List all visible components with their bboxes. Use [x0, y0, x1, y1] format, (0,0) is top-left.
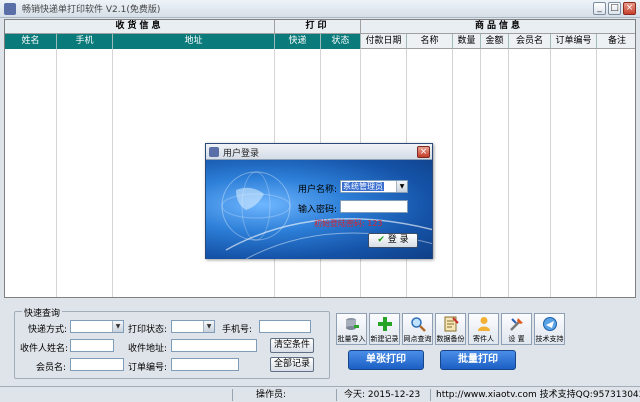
support-icon	[542, 317, 557, 331]
initial-password-hint: 初始登陆密码: 123	[314, 219, 383, 228]
receiver-name-label: 收件人姓名:	[20, 344, 69, 354]
close-button[interactable]: ×	[623, 2, 636, 15]
col-name[interactable]: 姓名	[5, 34, 57, 49]
app-icon	[209, 147, 219, 157]
username-select[interactable]: 系统管理员 ▼	[340, 180, 408, 193]
group-header-row: 收货信息 打印 商品信息	[5, 20, 635, 34]
quick-query-legend: 快速查询	[22, 306, 63, 319]
login-dialog-body: 用户名称: 系统管理员 ▼ 输入密码: 初始登陆密码: 123 ✔ 登 录	[206, 160, 432, 259]
website-status: http://www.xiaotv.com 技术支持QQ:957313043	[436, 390, 640, 400]
data-backup-button[interactable]: 数据备份	[435, 313, 466, 345]
username-value: 系统管理员	[342, 182, 384, 191]
col-amount[interactable]: 金额	[481, 34, 509, 49]
chevron-down-icon[interactable]: ▼	[112, 321, 123, 332]
new-record-button[interactable]: 新建记录	[369, 313, 400, 345]
all-records-button[interactable]: 全部记录	[270, 357, 314, 372]
col-pay-date[interactable]: 付款日期	[361, 34, 407, 49]
new-record-label: 新建记录	[370, 335, 399, 343]
col-status[interactable]: 状态	[321, 34, 361, 49]
login-button-label: 登 录	[387, 235, 409, 245]
window-title: 畅销快递单打印软件 V2.1(免费版)	[22, 5, 161, 15]
grid-divider	[56, 49, 57, 297]
sender-label: 寄件人	[473, 335, 494, 343]
password-input[interactable]	[340, 200, 408, 213]
col-address[interactable]: 地址	[113, 34, 275, 49]
print-single-button[interactable]: 单张打印	[348, 350, 424, 370]
checkmark-icon: ✔	[377, 235, 385, 245]
database-import-icon	[345, 318, 359, 330]
tech-support-button[interactable]: 技术支持	[534, 313, 565, 345]
login-button[interactable]: ✔ 登 录	[368, 233, 418, 248]
col-product-name[interactable]: 名称	[407, 34, 453, 49]
login-dialog: 用户登录 × 用户名称: 系统管理员 ▼ 输入密码: 初始登陆密码: 123 ✔…	[205, 143, 433, 259]
receiver-name-input[interactable]	[70, 339, 114, 352]
group-receiver: 收货信息	[5, 20, 275, 34]
login-close-button[interactable]: ×	[417, 146, 430, 158]
settings-icon	[509, 318, 523, 331]
chevron-down-icon[interactable]: ▼	[203, 321, 214, 332]
settings-button[interactable]: 设 置	[501, 313, 532, 345]
col-express[interactable]: 快递	[275, 34, 321, 49]
branch-query-label: 网点查询	[403, 335, 432, 343]
group-goods: 商品信息	[474, 21, 523, 31]
group-print: 打印	[275, 20, 361, 34]
operator-status: 操作员:	[256, 390, 287, 400]
chevron-down-icon[interactable]: ▼	[396, 181, 407, 192]
tech-support-label: 技术支持	[535, 335, 564, 343]
status-divider	[232, 389, 233, 401]
status-divider	[336, 389, 337, 401]
order-no-input[interactable]	[171, 358, 239, 371]
status-bar: 操作员: 今天: 2015-12-23 http://www.xiaotv.co…	[0, 386, 640, 402]
member-label: 会员名:	[36, 363, 67, 373]
sender-button[interactable]: 寄件人	[468, 313, 499, 345]
grid-divider	[596, 49, 597, 297]
login-dialog-titlebar: 用户登录 ×	[206, 144, 432, 160]
magnifier-icon	[410, 317, 426, 332]
grid-divider	[480, 49, 481, 297]
data-backup-label: 数据备份	[436, 335, 465, 343]
express-label: 快递方式:	[28, 325, 68, 335]
col-member[interactable]: 会员名	[509, 34, 551, 49]
receiver-address-label: 收件地址:	[128, 344, 168, 354]
express-select[interactable]: ▼	[70, 320, 124, 333]
app-icon	[4, 2, 16, 15]
member-input[interactable]	[70, 358, 124, 371]
title-bar: 畅销快递单打印软件 V2.1(免费版) _ □ ×	[0, 0, 640, 18]
print-batch-button[interactable]: 批量打印	[440, 350, 516, 370]
phone-label: 手机号:	[222, 325, 253, 335]
receiver-address-input[interactable]	[171, 339, 257, 352]
print-status-select[interactable]: ▼	[171, 320, 215, 333]
col-phone[interactable]: 手机	[57, 34, 113, 49]
user-icon	[477, 317, 490, 331]
phone-input[interactable]	[259, 320, 311, 333]
function-toolbar: 批量导入 新建记录 网点查询 数据备份 寄件人 设 置 技术支持	[336, 313, 565, 345]
column-header-row: 姓名 手机 地址 快递 状态 付款日期 名称 数量 金额 会员名 订单编号 备注	[5, 34, 635, 49]
date-status: 今天: 2015-12-23	[344, 390, 421, 400]
minimize-button[interactable]: _	[593, 2, 606, 15]
print-status-label: 打印状态:	[128, 325, 168, 335]
batch-import-button[interactable]: 批量导入	[336, 313, 367, 345]
status-divider	[430, 389, 431, 401]
password-label: 输入密码:	[298, 205, 338, 215]
branch-query-button[interactable]: 网点查询	[402, 313, 433, 345]
grid-divider	[550, 49, 551, 297]
backup-icon	[444, 316, 459, 332]
order-no-label: 订单编号:	[128, 363, 168, 373]
col-order-no[interactable]: 订单编号	[551, 34, 597, 49]
batch-import-label: 批量导入	[337, 335, 366, 343]
plus-icon	[377, 317, 392, 331]
maximize-button[interactable]: □	[608, 2, 621, 15]
grid-divider	[452, 49, 453, 297]
col-quantity[interactable]: 数量	[453, 34, 481, 49]
settings-label: 设 置	[508, 335, 525, 343]
col-remark[interactable]: 备注	[597, 34, 635, 49]
grid-divider	[508, 49, 509, 297]
login-dialog-title: 用户登录	[223, 149, 260, 159]
clear-conditions-button[interactable]: 清空条件	[270, 338, 314, 353]
username-label: 用户名称:	[298, 185, 338, 195]
grid-divider	[112, 49, 113, 297]
